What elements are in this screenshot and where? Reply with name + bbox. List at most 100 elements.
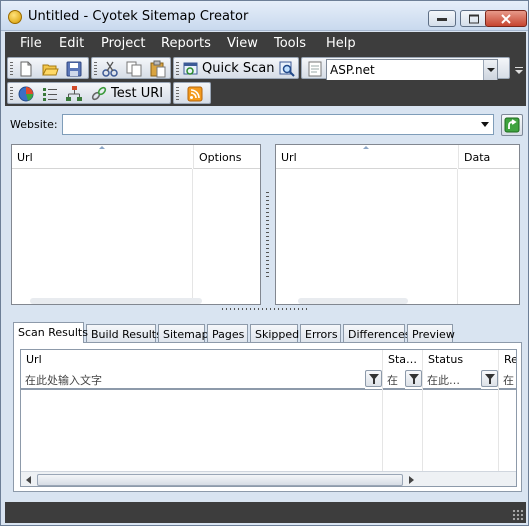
engine-toolstrip: ASP.net [301,57,510,81]
filter-row-border [21,389,516,390]
maximize-icon [469,14,479,23]
page-icon [308,61,322,77]
tab-build-results[interactable]: Build Results [86,324,162,343]
close-icon [501,13,511,24]
tab-preview[interactable]: Preview [407,324,455,343]
grid-header-sta[interactable]: Sta… [383,350,421,369]
filter-icon[interactable] [405,370,422,387]
toolbar-overflow-icon[interactable] [515,67,523,75]
resize-grip-icon[interactable] [512,509,524,521]
menu-tools[interactable]: Tools [274,36,306,51]
hierarchy-icon[interactable] [65,85,83,103]
grid-header-re[interactable]: Re [499,350,516,369]
filter-icon[interactable] [481,370,498,387]
horizontal-scrollbar[interactable] [298,298,408,304]
column-header-url[interactable]: Url [12,145,192,169]
test-uri-button[interactable]: Test URI [111,86,163,101]
new-icon[interactable] [17,60,35,78]
scroll-left-icon[interactable] [26,476,31,484]
tab-sitemap[interactable]: Sitemap [158,324,209,343]
link-icon [91,86,107,101]
scan-results-panel: Url Sta… Status Re 在此处输入文字 在 在此… 在 [13,342,522,492]
website-input[interactable] [62,114,494,135]
window-title: Untitled - Cyotek Sitemap Creator [28,9,249,24]
tab-differences[interactable]: Differences [343,324,410,343]
toolbar-row-1: Quick Scan ASP.net [5,55,526,81]
sort-ascending-icon [363,146,369,149]
horizontal-splitter[interactable] [222,308,310,310]
list-icon[interactable] [41,85,59,103]
quick-scan-icon[interactable] [182,60,200,78]
scroll-right-icon[interactable] [409,476,414,484]
column-header-url[interactable]: Url [276,145,457,169]
cut-icon[interactable] [101,60,119,78]
menu-project[interactable]: Project [101,36,145,51]
file-toolstrip [7,57,89,79]
find-icon[interactable] [278,60,296,78]
toolstrip-grip[interactable] [10,87,13,101]
filter-url-input[interactable]: 在此处输入文字 [21,369,365,389]
tab-scan-results[interactable]: Scan Results [13,322,88,343]
chevron-down-icon[interactable] [483,60,497,80]
filter-sta-input[interactable]: 在 [383,369,405,389]
column-divider [382,350,383,471]
toolstrip-grip[interactable] [176,87,179,101]
column-divider [457,169,458,304]
filter-re-input[interactable]: 在 [499,369,516,389]
column-divider [192,169,193,304]
edit-toolstrip [91,57,171,79]
menu-help[interactable]: Help [326,36,356,51]
grid-header-url[interactable]: Url [21,350,383,369]
column-header-data[interactable]: Data [458,145,519,169]
menu-edit[interactable]: Edit [59,36,84,51]
open-icon[interactable] [41,60,59,78]
column-divider [498,350,499,471]
paste-icon[interactable] [149,60,167,78]
toolstrip-grip[interactable] [10,62,13,76]
go-button[interactable] [501,114,523,136]
reports-toolstrip: Test URI [7,82,171,104]
toolstrip-grip[interactable] [94,62,97,76]
close-button[interactable] [485,10,527,27]
url-data-list[interactable]: Url Data [275,144,520,305]
scan-toolstrip: Quick Scan [173,57,299,79]
engine-select[interactable]: ASP.net [326,59,498,81]
rss-icon[interactable] [186,85,204,103]
minimize-button[interactable] [428,10,456,27]
title-bar[interactable]: Untitled - Cyotek Sitemap Creator [1,1,528,31]
menu-file[interactable]: File [20,36,42,51]
tab-skipped[interactable]: Skipped [250,324,299,343]
feed-toolstrip [173,82,211,104]
filter-icon[interactable] [365,370,382,387]
column-header-options-label: Options [199,151,242,164]
maximize-button[interactable] [460,10,488,27]
tab-pages[interactable]: Pages [207,324,248,343]
app-window: Untitled - Cyotek Sitemap Creator File E… [0,0,529,526]
column-header-url-label: Url [17,151,33,164]
toolbar-row-2: Test URI [5,80,526,106]
pie-chart-icon[interactable] [17,85,35,103]
menu-reports[interactable]: Reports [161,36,211,51]
copy-icon[interactable] [125,60,143,78]
column-divider [422,350,423,471]
grid-horizontal-scrollbar[interactable] [21,471,516,486]
column-header-data-label: Data [464,151,491,164]
chevron-down-icon[interactable] [481,122,489,127]
main-area: Website: Url Options Url Data Scan Resul… [5,108,526,497]
toolstrip-grip[interactable] [176,62,179,76]
filter-status-input[interactable]: 在此… [423,369,481,389]
save-icon[interactable] [65,60,83,78]
vertical-splitter[interactable] [266,192,269,278]
column-header-options[interactable]: Options [193,145,260,169]
quick-scan-button[interactable]: Quick Scan [202,61,275,76]
tab-errors[interactable]: Errors [300,324,341,343]
horizontal-scrollbar[interactable] [30,298,202,304]
sort-ascending-icon [99,146,105,149]
url-options-list[interactable]: Url Options [11,144,261,305]
results-grid[interactable]: Url Sta… Status Re 在此处输入文字 在 在此… 在 [20,349,517,487]
scroll-thumb[interactable] [37,474,403,486]
go-arrow-icon [504,117,520,133]
grid-header-status[interactable]: Status [423,350,499,369]
menu-view[interactable]: View [227,36,258,51]
app-logo-icon [8,10,22,24]
